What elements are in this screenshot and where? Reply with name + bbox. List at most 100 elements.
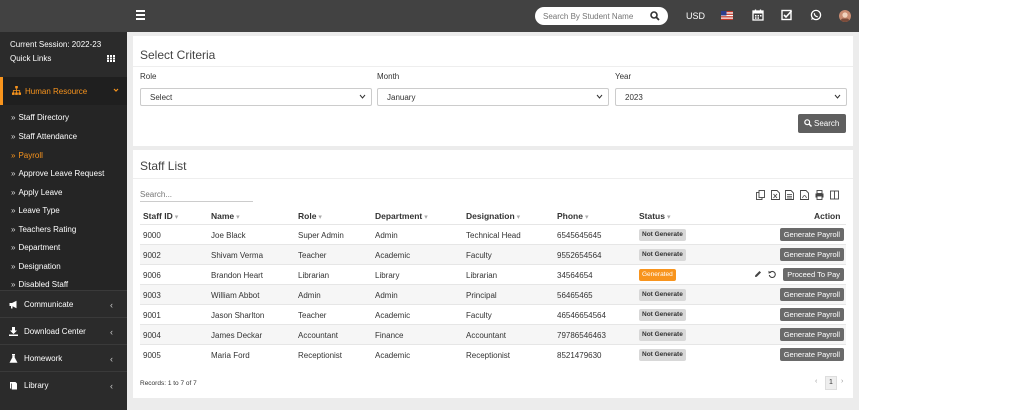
cell-staff-id: 9005 — [143, 351, 161, 360]
search-button[interactable]: Search — [798, 114, 846, 133]
page-number[interactable]: 1 — [825, 376, 837, 390]
year-select[interactable]: 2023 — [615, 88, 847, 106]
cell-role: Super Admin — [298, 231, 344, 240]
sidebar-item-download-center[interactable]: Download Center ‹ — [0, 317, 127, 344]
staff-list-panel: Staff List Staff ID▾ Name▾ Role▾ Departm… — [133, 150, 853, 398]
copy-icon[interactable] — [756, 190, 765, 200]
sidebar-item-human-resource[interactable]: Human Resource — [0, 77, 127, 105]
sidebar-item-department[interactable]: » Department — [11, 243, 60, 252]
generate-payroll-button[interactable]: Generate Payroll — [779, 308, 844, 321]
download-icon — [9, 327, 18, 336]
sort-icon: ▾ — [424, 214, 428, 221]
currency-selector[interactable]: USD — [686, 11, 705, 21]
generate-payroll-button[interactable]: Generate Payroll — [779, 248, 844, 261]
sidebar-item-library[interactable]: Library ‹ — [0, 371, 127, 398]
sidebar-item-apply-leave[interactable]: » Apply Leave — [11, 188, 62, 197]
flask-icon — [9, 354, 18, 363]
sort-icon: ▾ — [174, 214, 179, 221]
pdf-icon[interactable] — [800, 190, 809, 200]
bullhorn-icon — [9, 300, 17, 309]
user-avatar[interactable] — [839, 10, 851, 22]
sidebar-item-payroll[interactable]: » Payroll — [11, 151, 43, 160]
sidebar-item-label: Disabled Staff — [18, 280, 69, 289]
cell-role: Librarian — [298, 271, 330, 280]
panel-title: Select Criteria — [140, 48, 216, 62]
cell-designation: Faculty — [466, 311, 492, 320]
column-header-name[interactable]: Name ▾ — [211, 211, 240, 221]
sidebar-item-leave-type[interactable]: » Leave Type — [11, 206, 60, 215]
sidebar-item-staff-attendance[interactable]: » Staff Attendance — [11, 132, 77, 141]
generate-payroll-button[interactable]: Generate Payroll — [779, 328, 844, 341]
quick-links[interactable]: Quick Links — [10, 54, 51, 63]
cell-name: William Abbot — [211, 291, 260, 300]
divider — [133, 66, 853, 67]
sidebar-item-communicate[interactable]: Communicate ‹ — [0, 290, 127, 317]
calendar-icon[interactable] — [752, 9, 764, 21]
column-header-phone[interactable]: Phone ▾ — [557, 211, 589, 221]
month-select[interactable]: January — [377, 88, 609, 106]
us-flag-icon[interactable] — [721, 11, 733, 20]
menu-icon[interactable] — [136, 10, 145, 22]
table-search-input[interactable] — [140, 187, 253, 202]
chevron-left-icon[interactable]: ‹ — [815, 376, 817, 388]
cell-department: Academic — [375, 351, 411, 360]
edit-pencil-icon[interactable] — [754, 270, 762, 278]
cell-department: Admin — [375, 291, 398, 300]
cell-role: Teacher — [298, 311, 327, 320]
status-badge: Not Generate — [639, 229, 686, 241]
proceed-to-pay-button[interactable]: Proceed To Pay — [783, 268, 844, 281]
column-header-role[interactable]: Role ▾ — [298, 211, 322, 221]
table-row: 9000 Joe Black Super Admin Admin Technic… — [140, 224, 846, 244]
sidebar-item-disabled-staff[interactable]: » Disabled Staff — [11, 280, 68, 289]
generate-payroll-button[interactable]: Generate Payroll — [779, 348, 844, 361]
sort-icon: ▾ — [516, 214, 521, 221]
chevron-right-icon[interactable]: › — [841, 376, 843, 388]
column-header-department[interactable]: Department ▾ — [375, 211, 428, 221]
chevron-down-icon — [359, 94, 366, 99]
chevron-down-icon — [834, 94, 841, 99]
sidebar-item-approve-leave-request[interactable]: » Approve Leave Request — [11, 169, 104, 178]
sidebar-item-designation[interactable]: » Designation — [11, 262, 61, 271]
sort-icon: ▾ — [318, 214, 322, 221]
csv-icon[interactable] — [785, 190, 794, 200]
year-label: Year — [615, 72, 632, 81]
current-session[interactable]: Current Session: 2022-23 — [10, 40, 101, 49]
role-select[interactable]: Select — [140, 88, 372, 106]
cell-staff-id: 9002 — [143, 251, 161, 260]
generate-payroll-button[interactable]: Generate Payroll — [779, 288, 844, 301]
student-search-input[interactable] — [543, 10, 643, 22]
cell-designation: Receptionist — [466, 351, 511, 360]
tasks-check-icon[interactable] — [781, 9, 793, 21]
cell-designation: Faculty — [466, 251, 492, 260]
generate-payroll-button[interactable]: Generate Payroll — [779, 228, 844, 241]
double-chevron-icon: » — [11, 262, 16, 271]
cell-department: Academic — [375, 251, 411, 260]
sidebar-item-staff-directory[interactable]: » Staff Directory — [11, 113, 69, 122]
grid-icon[interactable] — [107, 55, 115, 62]
table-row: 9002 Shivam Verma Teacher Academic Facul… — [140, 244, 846, 264]
chevron-down-icon — [113, 88, 119, 92]
status-badge: Not Generate — [639, 289, 686, 301]
table-row: 9004 James Deckar Accountant Finance Acc… — [140, 324, 846, 344]
excel-icon[interactable] — [771, 190, 780, 200]
records-info: Records: 1 to 7 of 7 — [140, 380, 197, 387]
cell-department: Admin — [375, 231, 398, 240]
column-header-status[interactable]: Status ▾ — [639, 211, 671, 221]
cell-name: James Deckar — [211, 331, 263, 340]
revert-icon[interactable] — [768, 270, 776, 278]
column-header-designation[interactable]: Designation ▾ — [466, 211, 520, 221]
search-icon[interactable] — [650, 11, 660, 21]
columns-icon[interactable] — [830, 190, 839, 200]
table-row: 9005 Maria Ford Receptionist Academic Re… — [140, 344, 846, 364]
sidebar-item-homework[interactable]: Homework ‹ — [0, 344, 127, 371]
column-header-staff-id[interactable]: Staff ID ▾ — [143, 211, 178, 221]
cell-role: Accountant — [298, 331, 339, 340]
sidebar-item-teachers-rating[interactable]: » Teachers Rating — [11, 225, 76, 234]
cell-staff-id: 9000 — [143, 231, 161, 240]
cell-name: Jason Sharlton — [211, 311, 265, 320]
cell-department: Academic — [375, 311, 411, 320]
whatsapp-icon[interactable] — [810, 9, 822, 21]
cell-phone: 79786546463 — [557, 331, 606, 340]
print-icon[interactable] — [815, 190, 824, 200]
status-badge: Not Generate — [639, 329, 686, 341]
